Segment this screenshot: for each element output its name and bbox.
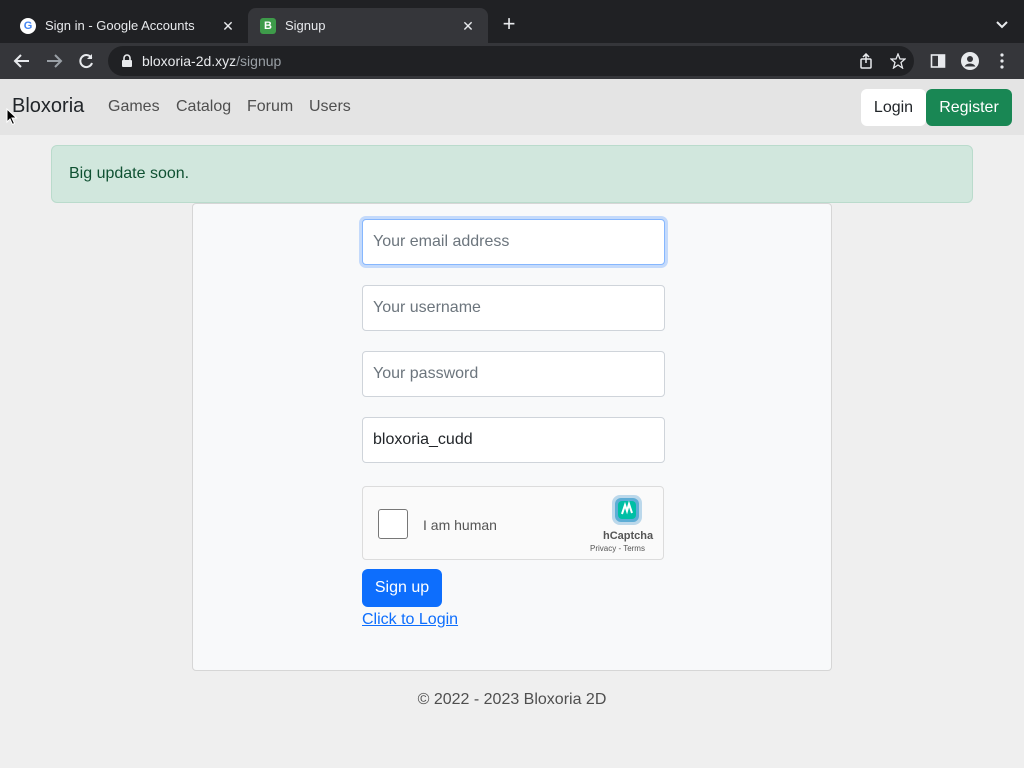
login-button[interactable]: Login [861,89,926,126]
back-arrow-icon[interactable] [10,49,34,73]
tab-title: Sign in - Google Accounts [45,18,195,33]
forward-arrow-icon[interactable] [42,49,66,73]
reload-icon[interactable] [74,49,98,73]
captcha-checkbox[interactable] [378,509,408,539]
nav-link-games[interactable]: Games [108,98,160,116]
page-viewport: Bloxoria Games Catalog Forum Users Login… [0,79,1024,768]
site-navbar: Bloxoria Games Catalog Forum Users Login… [0,79,1024,135]
google-favicon-icon: G [20,17,36,34]
profile-avatar-icon[interactable] [958,49,982,73]
password-field[interactable] [362,351,665,397]
url-path: /signup [236,53,282,69]
browser-tabstrip: G Sign in - Google Accounts ✕ B Signup ✕… [0,0,1024,43]
tab-close-icon[interactable]: ✕ [220,18,236,34]
username-field[interactable] [362,285,665,331]
hcaptcha-links[interactable]: Privacy - Terms [590,544,645,553]
hcaptcha-logo-icon [612,495,642,525]
side-panel-icon[interactable] [926,49,950,73]
hcaptcha-widget: I am human hCaptcha Privacy - Terms [362,486,664,560]
kebab-menu-icon[interactable] [990,49,1014,73]
tab-close-icon[interactable]: ✕ [460,18,476,34]
tab-search-chevron-icon[interactable] [992,14,1012,34]
register-button[interactable]: Register [926,89,1012,126]
nav-link-users[interactable]: Users [309,98,351,116]
url-text: bloxoria-2d.xyz/signup [142,53,281,69]
tab-title: Signup [285,18,326,33]
bookmark-star-icon[interactable] [886,49,910,73]
signup-card: I am human hCaptcha Privacy - Terms Sign… [192,203,832,671]
footer-copyright: © 2022 - 2023 Bloxoria 2D [417,691,607,708]
address-bar[interactable]: bloxoria-2d.xyz/signup [108,46,914,76]
mouse-cursor-icon [6,108,18,126]
invite-code-field[interactable] [362,417,665,463]
signup-button[interactable]: Sign up [362,569,442,607]
browser-toolbar: bloxoria-2d.xyz/signup [0,43,1024,79]
bloxoria-favicon-icon: B [260,17,276,34]
tab-google-signin[interactable]: G Sign in - Google Accounts ✕ [8,8,248,43]
lock-icon [122,54,132,67]
email-field[interactable] [362,219,665,265]
share-icon[interactable] [854,49,878,73]
nav-link-catalog[interactable]: Catalog [176,98,231,116]
site-brand[interactable]: Bloxoria [12,95,84,118]
new-tab-button[interactable]: + [497,13,521,37]
hcaptcha-brand: hCaptcha [603,530,654,542]
nav-link-forum[interactable]: Forum [247,98,293,116]
announcement-alert: Big update soon. [51,145,973,203]
captcha-label: I am human [423,517,497,533]
url-host: bloxoria-2d.xyz [142,53,237,69]
alert-text: Big update soon. [69,165,190,182]
login-link[interactable]: Click to Login [362,611,458,629]
tab-signup[interactable]: B Signup ✕ [248,8,488,43]
